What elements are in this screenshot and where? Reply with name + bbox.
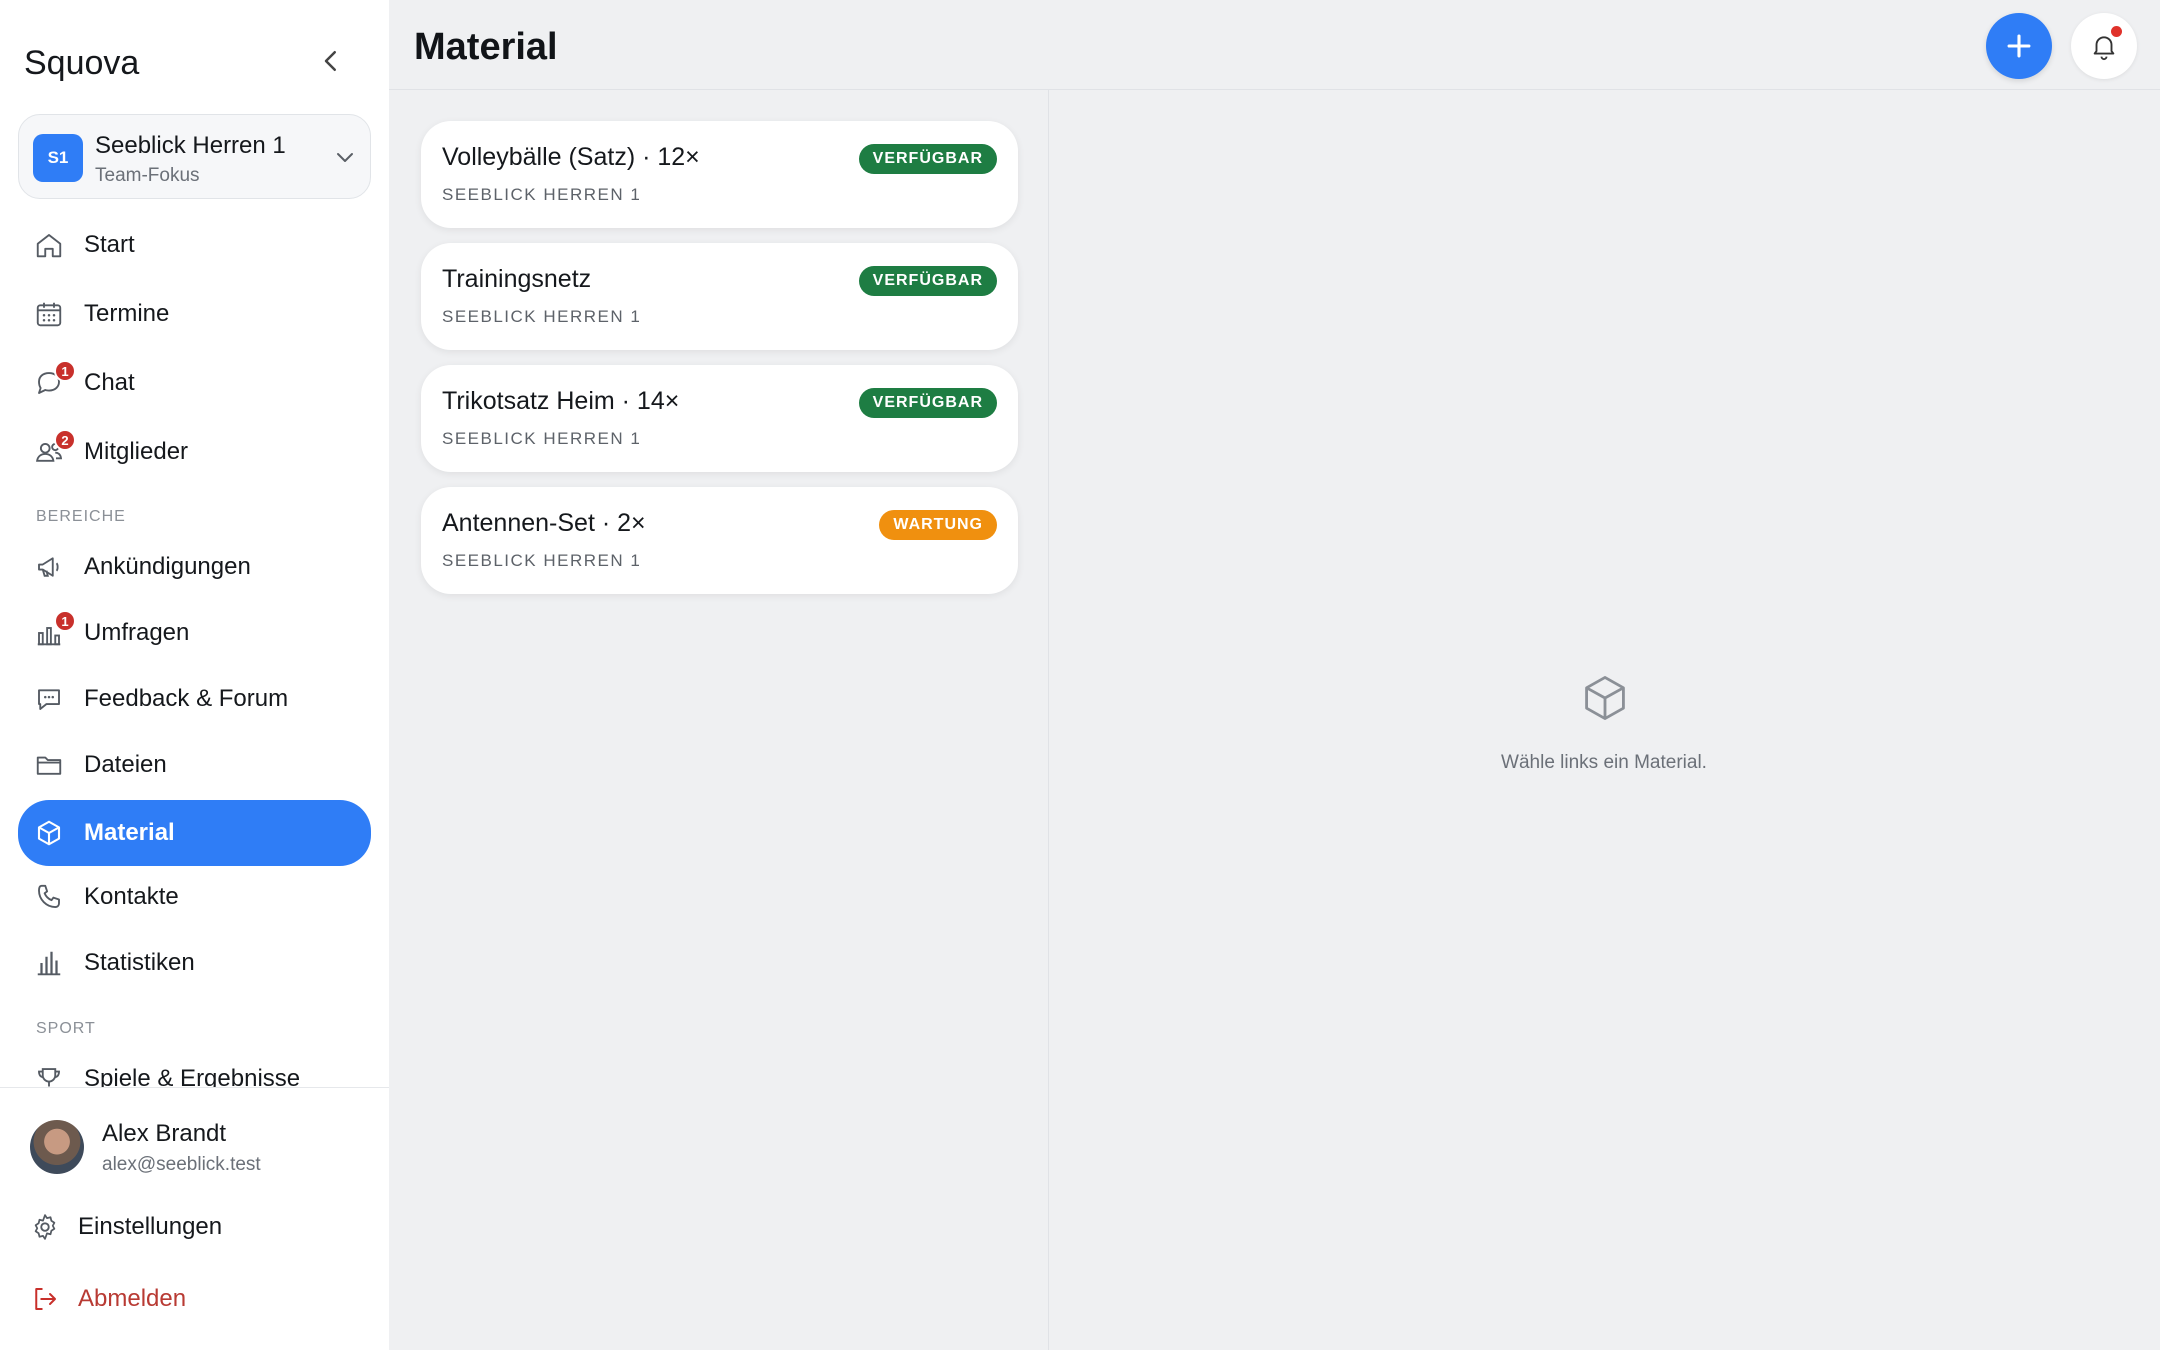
message-dots-icon [38, 689, 60, 710]
sidebar-nav-scroll[interactable]: Squova S1 Seeblick Herren 1 Team-Fokus S… [0, 0, 389, 1087]
avatar[interactable] [30, 1120, 84, 1174]
page-title: Material [414, 26, 558, 68]
material-team: SEEBLICK HERREN 1 [442, 429, 642, 448]
material-card[interactable]: Trikotsatz Heim · 14× SEEBLICK HERREN 1 … [421, 365, 1018, 472]
sidebar-item-feedback-forum[interactable]: Feedback & Forum [18, 668, 371, 730]
status-badge: VERFÜGBAR [858, 144, 997, 174]
material-team: SEEBLICK HERREN 1 [442, 551, 642, 570]
plus-icon [2007, 34, 2031, 58]
sidebar-item-start[interactable]: Start [18, 214, 371, 276]
folder-icon [36, 756, 62, 775]
sidebar-item-kontakte[interactable]: Kontakte [18, 866, 371, 928]
sidebar-item-label: Ankündigungen [84, 553, 251, 580]
chat-unread-badge: 1 [54, 360, 76, 382]
sidebar-item-chat[interactable]: 1 Chat [18, 352, 371, 414]
empty-state-text: Wähle links ein Material. [1501, 752, 1707, 773]
settings-link[interactable]: Einstellungen [30, 1207, 222, 1247]
logout-icon [35, 1288, 56, 1310]
team-avatar: S1 [33, 134, 83, 182]
team-switcher[interactable]: S1 Seeblick Herren 1 Team-Fokus [18, 114, 371, 199]
sidebar-item-label: Kontakte [84, 883, 179, 910]
sidebar-item-label: Dateien [84, 751, 167, 778]
sidebar-item-spiele-ergebnisse[interactable]: Spiele & Ergebnisse [18, 1048, 371, 1087]
status-badge: VERFÜGBAR [858, 266, 997, 296]
sidebar-footer-divider [0, 1087, 389, 1088]
column-divider [1048, 89, 1049, 1350]
add-material-button[interactable] [1986, 13, 2052, 79]
user-name: Alex Brandt [102, 1120, 227, 1147]
material-team: SEEBLICK HERREN 1 [442, 185, 642, 204]
material-title: Trainingsnetz [442, 265, 592, 293]
chevron-left-icon [324, 51, 336, 71]
chevron-down-icon [337, 153, 353, 162]
trophy-icon [38, 1068, 60, 1087]
sidebar-item-label: Chat [84, 369, 135, 396]
sidebar-item-ankuendigungen[interactable]: Ankündigungen [18, 536, 371, 598]
sidebar-item-label: Termine [84, 300, 170, 327]
home-icon [36, 234, 62, 258]
phone-icon [38, 884, 60, 908]
sidebar-item-label: Statistiken [84, 949, 195, 976]
logout-link[interactable]: Abmelden [30, 1279, 186, 1319]
section-label-bereiche: BEREICHE [36, 508, 126, 525]
calendar-icon [36, 302, 62, 327]
members-badge: 2 [54, 429, 76, 451]
sidebar-item-termine[interactable]: Termine [18, 283, 371, 345]
sidebar-item-umfragen[interactable]: 1 Umfragen [18, 602, 371, 664]
box-icon [37, 820, 61, 846]
bar-chart-icon [37, 951, 61, 976]
polls-badge: 1 [54, 610, 76, 632]
sidebar-item-label: Umfragen [84, 619, 190, 646]
material-team: SEEBLICK HERREN 1 [442, 307, 642, 326]
gear-icon [34, 1214, 56, 1240]
team-name: Seeblick Herren 1 [95, 132, 286, 159]
notifications-button[interactable] [2071, 13, 2137, 79]
status-badge: WARTUNG [879, 510, 997, 540]
sidebar-item-label: Spiele & Ergebnisse [84, 1065, 301, 1087]
notification-dot [2111, 26, 2122, 37]
sidebar-item-dateien[interactable]: Dateien [18, 734, 371, 796]
logout-label: Abmelden [78, 1285, 187, 1312]
app-brand: Squova [24, 44, 140, 82]
material-card[interactable]: Antennen-Set · 2× SEEBLICK HERREN 1 WART… [421, 487, 1018, 594]
sidebar-item-statistiken[interactable]: Statistiken [18, 932, 371, 994]
sidebar-item-label: Start [84, 231, 135, 258]
material-card[interactable]: Volleybälle (Satz) · 12× SEEBLICK HERREN… [421, 121, 1018, 228]
material-title: Volleybälle (Satz) · 12× [442, 143, 700, 171]
sidebar-item-material[interactable]: Material [18, 800, 371, 866]
sidebar-item-mitglieder[interactable]: 2 Mitglieder [18, 421, 371, 483]
sidebar-item-label: Mitglieder [84, 438, 189, 465]
section-label-sport: SPORT [36, 1020, 96, 1037]
team-subtitle: Team-Fokus [95, 165, 200, 186]
material-title: Antennen-Set · 2× [442, 509, 646, 537]
settings-label: Einstellungen [78, 1213, 223, 1240]
collapse-sidebar-button[interactable] [316, 46, 346, 76]
sidebar: Squova S1 Seeblick Herren 1 Team-Fokus S… [0, 0, 389, 1350]
material-card[interactable]: Trainingsnetz SEEBLICK HERREN 1 VERFÜGBA… [421, 243, 1018, 350]
sidebar-item-label: Feedback & Forum [84, 685, 289, 712]
header-divider [389, 89, 2160, 90]
material-title: Trikotsatz Heim · 14× [442, 387, 680, 415]
megaphone-icon [38, 557, 59, 577]
status-badge: VERFÜGBAR [858, 388, 997, 418]
sidebar-item-label: Material [84, 819, 175, 846]
user-email: alex@seeblick.test [102, 1154, 261, 1175]
box-icon [1585, 676, 1625, 720]
